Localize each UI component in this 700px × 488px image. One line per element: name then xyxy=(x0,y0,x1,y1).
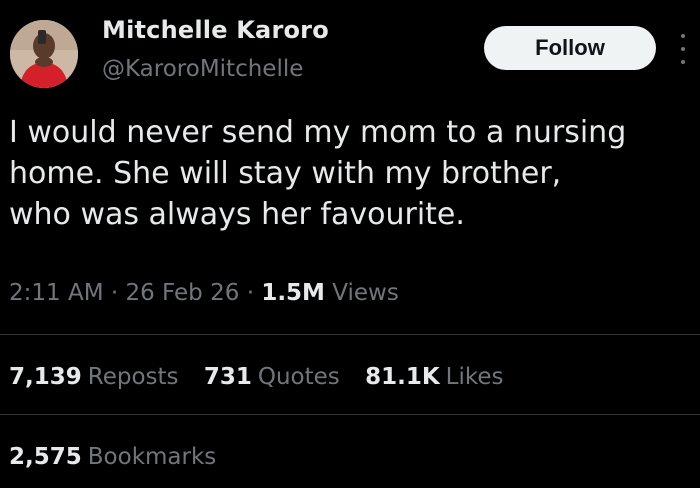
engagement-stats: 7,139 Reposts 731 Quotes 81.1K Likes xyxy=(9,364,522,390)
quotes-stat[interactable]: 731 Quotes xyxy=(204,364,340,390)
bookmarks-count: 2,575 xyxy=(9,444,82,470)
likes-count: 81.1K xyxy=(365,364,440,390)
more-vertical-icon[interactable] xyxy=(676,34,690,64)
follow-button[interactable]: Follow xyxy=(484,26,656,70)
divider xyxy=(0,334,700,335)
quotes-label: Quotes xyxy=(257,364,340,390)
reposts-label: Reposts xyxy=(87,364,179,390)
tweet-meta: 2:11 AM · 26 Feb 26 · 1.5M Views xyxy=(9,280,399,306)
bookmarks-label: Bookmarks xyxy=(87,444,217,470)
views-label: Views xyxy=(332,280,399,306)
likes-label: Likes xyxy=(445,364,504,390)
avatar-image xyxy=(10,20,78,88)
reposts-count: 7,139 xyxy=(9,364,82,390)
likes-stat[interactable]: 81.1K Likes xyxy=(365,364,503,390)
meta-separator: · xyxy=(110,280,119,306)
quotes-count: 731 xyxy=(203,364,252,390)
tweet-text: I would never send my mom to a nursing h… xyxy=(9,115,627,232)
dot xyxy=(681,47,685,51)
dot xyxy=(681,60,685,64)
tweet-date[interactable]: 26 Feb 26 xyxy=(125,280,239,306)
reposts-stat[interactable]: 7,139 Reposts xyxy=(9,364,179,390)
tweet-time[interactable]: 2:11 AM xyxy=(9,280,104,306)
author-name[interactable]: Mitchelle Karoro xyxy=(102,16,329,44)
views-count: 1.5M xyxy=(261,280,325,306)
meta-separator: · xyxy=(246,280,254,306)
divider xyxy=(0,414,700,415)
author-handle[interactable]: @KaroroMitchelle xyxy=(102,56,303,82)
bookmarks-stat[interactable]: 2,575 Bookmarks xyxy=(9,444,216,470)
avatar[interactable] xyxy=(10,20,78,88)
dot xyxy=(681,34,685,38)
